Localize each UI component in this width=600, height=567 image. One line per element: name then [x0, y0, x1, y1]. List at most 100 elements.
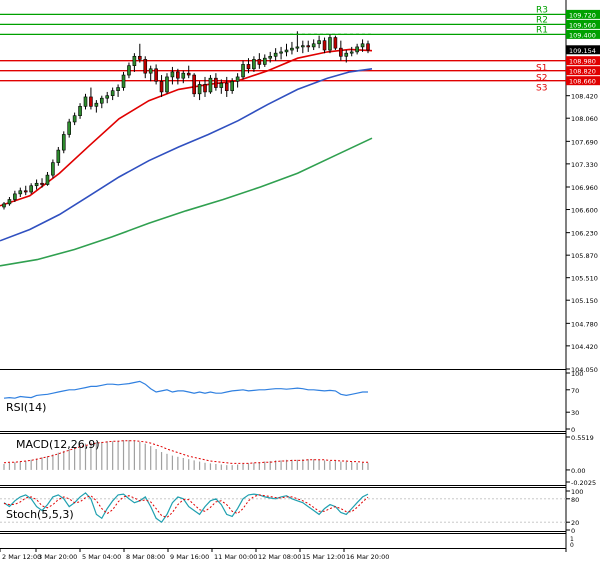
candle-body [349, 51, 354, 54]
level-name-r2: R2 [536, 15, 548, 25]
candle-body [99, 97, 104, 104]
macd-tick-label: 0.5519 [571, 434, 594, 442]
candle-body [322, 40, 327, 51]
candle-body [138, 55, 142, 60]
candle-body [301, 45, 305, 48]
level-price-label: 108.820 [569, 68, 596, 76]
candle-body [56, 149, 61, 163]
candle-body [197, 84, 202, 95]
candle-body [219, 82, 224, 88]
candle-body [105, 95, 110, 99]
stoch-tick-label: 0 [571, 527, 575, 535]
price-tick-label: 106.600 [571, 207, 598, 215]
candle-body [246, 64, 251, 70]
extra-panel-tick-0: 0 [570, 542, 574, 549]
candle-body [224, 82, 229, 91]
candle-body [45, 174, 50, 185]
candle-body [203, 84, 207, 93]
time-tick-label: 15 Mar 12:00 [302, 553, 345, 561]
time-tick-label: 12 Mar 08:00 [258, 553, 301, 561]
time-tick-label: 11 Mar 00:00 [214, 553, 257, 561]
candle-body [7, 199, 12, 205]
candle [61, 131, 66, 154]
macd-tick-label: 0.00 [571, 467, 585, 475]
rsi-tick-label: 70 [571, 387, 579, 395]
candle-body [67, 121, 71, 135]
candle-body [116, 87, 120, 91]
level-price-label: 109.560 [569, 21, 596, 29]
candle-body [360, 43, 365, 48]
candle-body [40, 182, 44, 185]
candle-body [311, 43, 316, 48]
candle-body [235, 76, 240, 82]
chart-background [0, 0, 600, 567]
time-tick-label: 8 Mar 08:00 [126, 553, 165, 561]
level-name-r1: R1 [536, 25, 548, 35]
level-name-s2: S2 [536, 74, 547, 84]
candle-body [344, 52, 349, 57]
candle-body [192, 74, 196, 95]
stoch-tick-label: 100 [571, 488, 583, 496]
candle-body [61, 134, 66, 151]
candle-body [121, 74, 126, 88]
time-tick-label: 16 Mar 20:00 [346, 553, 389, 561]
candle-body [284, 49, 289, 53]
time-tick-label: 3 Mar 20:00 [38, 553, 77, 561]
candle-body [132, 55, 137, 66]
candle-body [165, 76, 169, 93]
candle-body [295, 46, 300, 49]
macd-label: MACD(12,26,9) [16, 438, 100, 451]
candle-body [328, 37, 332, 51]
candle-body [29, 185, 33, 193]
level-name-s1: S1 [536, 64, 547, 74]
macd-tick-label: -0.2025 [571, 479, 596, 487]
candle-body [94, 102, 99, 107]
candle-body [252, 59, 256, 70]
candle-body [89, 96, 93, 107]
candle-body [72, 115, 77, 123]
candle-body [268, 55, 273, 59]
candle-body [127, 65, 131, 76]
candle-body [148, 68, 153, 74]
level-price-label: 109.720 [569, 11, 596, 19]
candle-body [83, 96, 88, 107]
rsi-tick-label: 100 [571, 370, 583, 378]
time-tick-label: 2 Mar 12:00 [2, 553, 41, 561]
candle-body [110, 90, 115, 96]
candle-body [13, 193, 17, 200]
candle-body [18, 190, 23, 195]
candle-body [241, 64, 245, 78]
candle [333, 35, 338, 51]
current-price-label: 109.154 [569, 47, 596, 55]
candle-body [273, 52, 278, 57]
candle-body [23, 190, 28, 193]
price-tick-label: 104.780 [571, 320, 598, 328]
rsi-label: RSI(14) [6, 401, 46, 414]
candle-body [317, 40, 321, 45]
level-price-label: 108.660 [569, 78, 596, 86]
stoch-tick-label: 20 [571, 519, 579, 527]
level-price-label: 108.980 [569, 58, 596, 66]
candle-body [51, 162, 55, 176]
price-tick-label: 105.510 [571, 275, 598, 283]
price-tick-label: 105.150 [571, 297, 598, 305]
price-tick-label: 104.420 [571, 343, 598, 351]
candle-body [154, 68, 158, 82]
candle-body [208, 77, 213, 93]
candle-body [279, 51, 283, 54]
price-tick-label: 105.870 [571, 252, 598, 260]
candle-body [176, 71, 180, 79]
price-tick-label: 106.960 [571, 184, 598, 192]
candle-body [214, 77, 218, 88]
candle-body [230, 81, 234, 91]
price-tick-label: 108.060 [571, 115, 598, 123]
candle-body [143, 59, 148, 74]
price-tick-label: 108.420 [571, 93, 598, 101]
time-tick-label: 5 Mar 04:00 [82, 553, 121, 561]
candle [192, 73, 196, 97]
candle-body [306, 45, 311, 48]
candle-body [262, 57, 267, 65]
candle-body [186, 72, 191, 76]
candle-body [290, 47, 294, 51]
stoch-tick-label: 80 [571, 496, 579, 504]
